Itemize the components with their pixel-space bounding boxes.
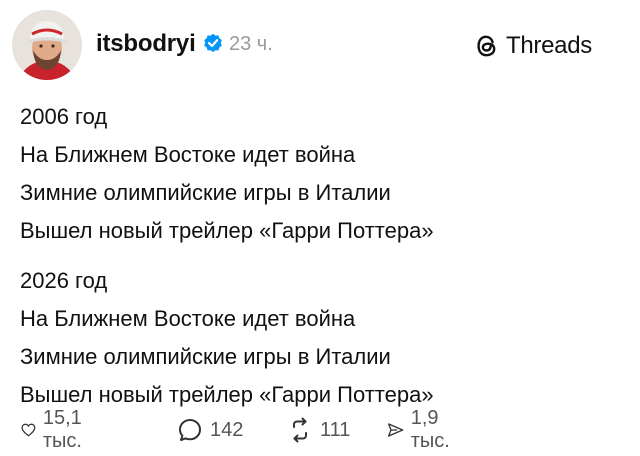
threads-logo-icon [477,35,496,57]
post-line: 2006 год [20,104,108,129]
avatar[interactable] [12,10,82,80]
send-icon [388,423,404,437]
repost-count: 111 [320,418,351,441]
share-count: 1,9 тыс. [410,407,450,452]
repost-button[interactable]: 111 [286,414,350,446]
post-line: Вышел новый трейлер «Гарри Поттера» [20,218,434,243]
like-button[interactable]: 15,1 тыс. [20,407,93,452]
share-button[interactable]: 1,9 тыс. [386,407,459,452]
reply-button[interactable]: 142 [176,414,243,446]
post-body: 2006 год На Ближнем Востоке идет война З… [20,98,434,414]
post-line: На Ближнем Востоке идет война [20,306,356,331]
like-count: 15,1 тыс. [42,407,82,452]
verified-badge-icon [204,33,222,52]
heart-icon [21,423,36,437]
avatar-photo [12,10,82,80]
brand-name: Threads [506,32,592,59]
post-line: 2026 год [20,268,108,293]
post-line: Зимние олимпийские игры в Италии [20,180,391,205]
post-line: На Ближнем Востоке идет война [20,142,356,167]
threads-brand: Threads [474,32,592,60]
reply-count: 142 [210,418,244,441]
comment-icon [179,419,201,441]
post-line: Зимние олимпийские игры в Италии [20,344,391,369]
post-header: itsbodryi 23 ч. Threads [0,0,640,90]
post-timestamp: 23 ч. [229,33,273,55]
repost-icon [293,417,307,443]
username[interactable]: itsbodryi [96,30,196,58]
